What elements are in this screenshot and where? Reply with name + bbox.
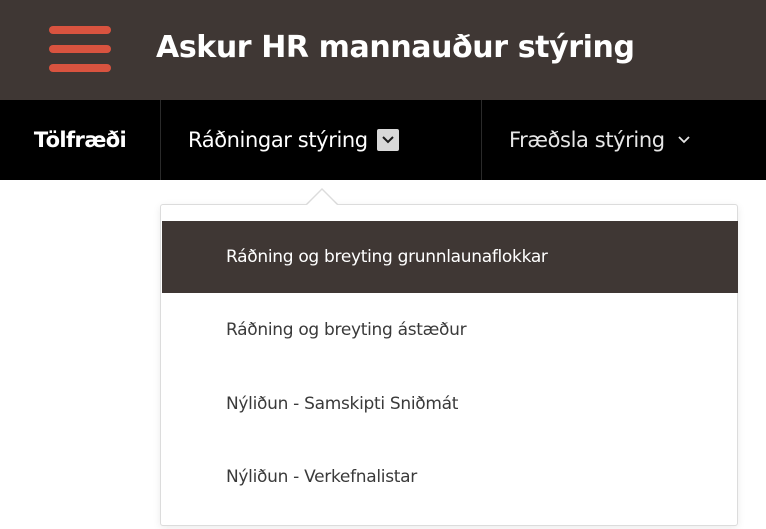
hamburger-bar xyxy=(49,64,111,72)
nav-item-label: Tölfræði xyxy=(33,128,127,152)
chevron-down-icon xyxy=(677,135,691,145)
nav-item-label: Ráðningar stýring xyxy=(188,128,368,152)
nav-item-training-management[interactable]: Fræðsla stýring xyxy=(482,100,766,180)
chevron-down-icon[interactable] xyxy=(376,129,399,151)
app-header: Askur HR mannauður stýring xyxy=(0,0,766,100)
hamburger-bar xyxy=(49,45,111,53)
nav-item-label: Fræðsla stýring xyxy=(509,128,665,152)
nav-item-hiring-management[interactable]: Ráðningar stýring xyxy=(160,100,482,180)
menu-item-reasons[interactable]: Ráðning og breyting ástæður xyxy=(162,294,738,366)
main-navigation: Tölfræði Ráðningar stýring Fræðsla stýri… xyxy=(0,100,766,180)
dropdown-caret-fill xyxy=(307,190,337,205)
hamburger-bar xyxy=(49,26,111,34)
menu-item-onboarding-tasklists[interactable]: Nýliðun - Verkefnalistar xyxy=(162,441,738,513)
menu-item-salary-classes[interactable]: Ráðning og breyting grunnlaunaflokkar xyxy=(162,221,738,293)
menu-item-onboarding-templates[interactable]: Nýliðun - Samskipti Sniðmát xyxy=(162,368,738,440)
hiring-dropdown-menu: Ráðning og breyting grunnlaunaflokkar Rá… xyxy=(160,204,738,526)
hamburger-menu-icon[interactable] xyxy=(45,22,115,76)
app-title: Askur HR mannauður stýring xyxy=(156,30,635,65)
nav-item-statistics[interactable]: Tölfræði xyxy=(0,100,160,180)
